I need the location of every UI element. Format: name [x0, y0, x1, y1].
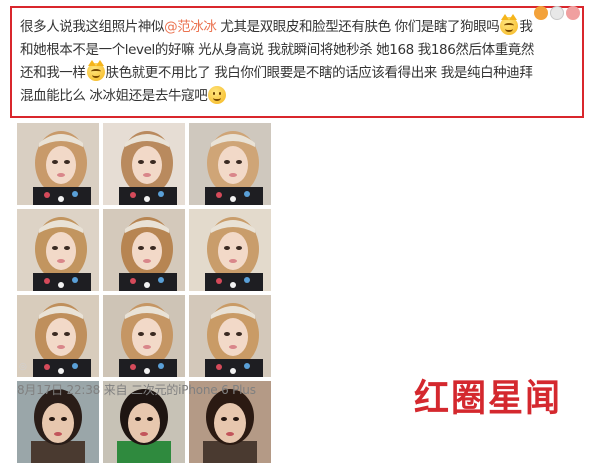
post-line-3: 还和我一样 肤色就更不用比了 我白你们眼要是不瞎的话应该看得出来 我是纯白种迪拜 — [20, 60, 576, 85]
watermark-logo: 红圈星闻 — [414, 378, 563, 421]
post-text-highlight-box: 很多人说我这组照片神似@范冰冰 尤其是双眼皮和脸型还有肤色 你们是瞎了狗眼吗我 … — [10, 6, 584, 118]
photo-thumbnail[interactable] — [189, 295, 271, 377]
smile-emoji-icon — [208, 86, 227, 104]
photo-thumbnail[interactable] — [103, 123, 185, 205]
post-text-segment: 肤色就更不用比了 我白你们眼要是不瞎的话应该看得出来 我是纯白种迪拜 — [105, 65, 533, 81]
photo-thumbnail[interactable] — [189, 123, 271, 205]
mention-link[interactable]: @范冰冰 — [164, 19, 217, 35]
post-text-segment: 我 — [519, 19, 533, 35]
cat-emoji-icon — [500, 14, 519, 35]
photo-thumbnail[interactable] — [189, 209, 271, 291]
photo-thumbnail[interactable] — [103, 209, 185, 291]
post-from-label: 来自 — [100, 383, 131, 397]
post-line-1: 很多人说我这组照片神似@范冰冰 尤其是双眼皮和脸型还有肤色 你们是瞎了狗眼吗 我 — [20, 14, 576, 39]
cat-emoji-icon — [86, 60, 105, 81]
post-text-segment: 还和我一样 — [20, 65, 86, 81]
post-line-4: 混血能比么 冰冰姐还是去牛寇吧 — [20, 85, 576, 108]
post-source-link[interactable]: 二次元的iPhone 6 Plus — [131, 383, 256, 397]
post-text-segment: 尤其是双眼皮和脸型还有肤色 你们是瞎了狗眼吗 — [216, 19, 500, 35]
post-text-segment: 混血能比么 冰冰姐还是去牛寇吧 — [20, 88, 208, 104]
photo-thumbnail[interactable] — [17, 295, 99, 377]
weibo-watermark-icon: ◎ — [19, 362, 27, 372]
photo-thumbnail[interactable] — [103, 295, 185, 377]
post-meta: 8月17日 22:38 来自 二次元的iPhone 6 Plus — [17, 381, 256, 398]
photo-thumbnail[interactable] — [17, 123, 99, 205]
photo-thumbnail[interactable] — [17, 209, 99, 291]
post-line-2: 和她根本不是一个level的好嘛 光从身高说 我就瞬间将她秒杀 她168 我18… — [20, 42, 535, 58]
post-timestamp[interactable]: 8月17日 22:38 — [17, 383, 100, 397]
post-text-segment: 很多人说我这组照片神似 — [20, 19, 165, 35]
